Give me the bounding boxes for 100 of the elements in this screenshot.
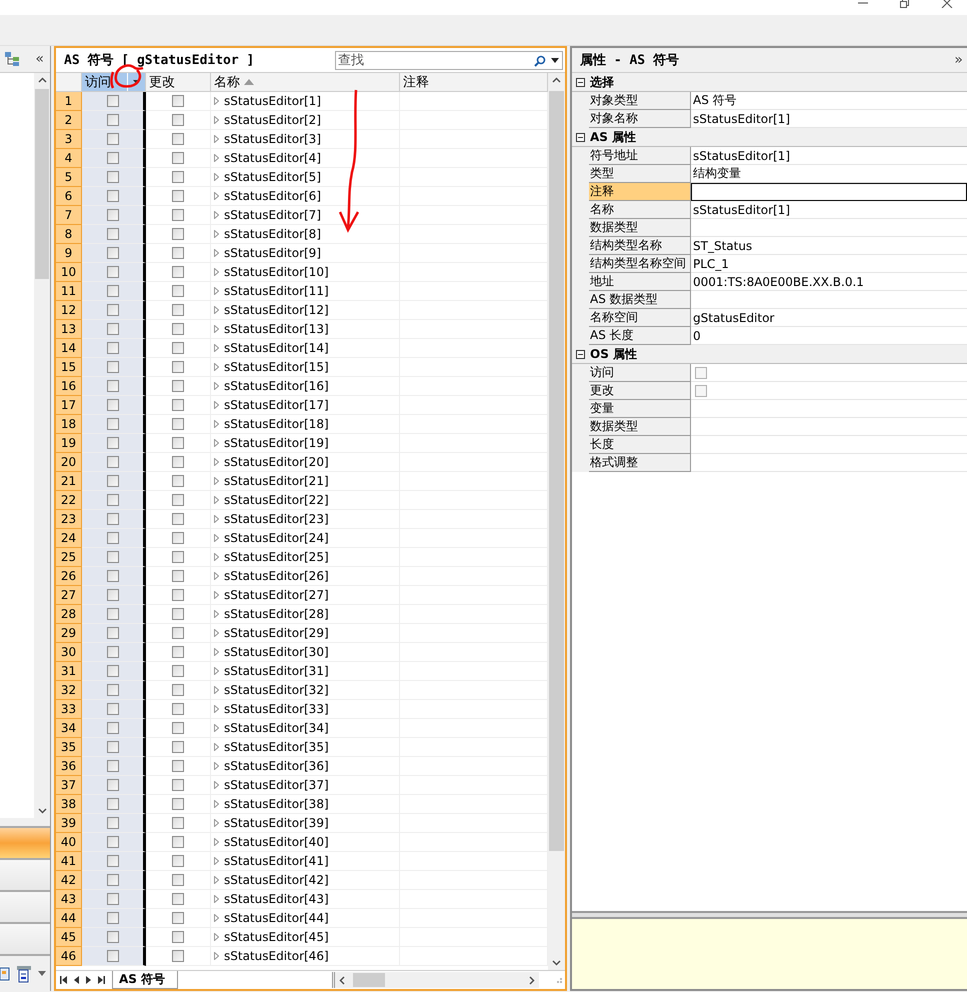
checkbox[interactable] (172, 836, 184, 848)
checkbox[interactable] (106, 266, 118, 278)
expand-icon[interactable] (214, 135, 219, 143)
expand-icon[interactable] (214, 895, 219, 903)
property-label[interactable]: 变量 (589, 400, 691, 418)
checkbox[interactable] (172, 95, 184, 107)
checkbox[interactable] (106, 551, 118, 563)
checkbox[interactable] (106, 247, 118, 259)
checkbox[interactable] (106, 475, 118, 487)
property-label[interactable]: 更改 (589, 382, 691, 400)
property-label[interactable]: 访问 (589, 364, 691, 382)
expand-icon[interactable] (214, 325, 219, 333)
property-label[interactable]: 名称 (589, 201, 691, 219)
checkbox[interactable] (172, 684, 184, 696)
checkbox[interactable] (172, 608, 184, 620)
expand-icon[interactable] (214, 705, 219, 713)
property-label[interactable]: 注释 (589, 183, 691, 201)
checkbox[interactable] (106, 893, 118, 905)
checkbox[interactable] (172, 304, 184, 316)
checkbox[interactable] (106, 836, 118, 848)
sheet-tab[interactable]: AS 符号 (112, 971, 178, 989)
checkbox[interactable] (172, 114, 184, 126)
checkbox[interactable] (106, 874, 118, 886)
property-label[interactable]: AS 数据类型 (589, 291, 691, 309)
expand-icon[interactable] (214, 914, 219, 922)
checkbox[interactable] (695, 384, 707, 396)
checkbox[interactable] (106, 323, 118, 335)
scroll-up-icon[interactable] (552, 77, 561, 83)
scroll-down-icon[interactable] (552, 960, 561, 966)
checkbox[interactable] (106, 760, 118, 772)
checkbox[interactable] (695, 366, 707, 378)
checkbox[interactable] (106, 741, 118, 753)
expand-icon[interactable] (214, 648, 219, 656)
checkbox[interactable] (172, 399, 184, 411)
expand-icon[interactable] (214, 857, 219, 865)
expand-icon[interactable] (214, 572, 219, 580)
checkbox[interactable] (172, 817, 184, 829)
horizontal-scrollbar[interactable] (332, 972, 540, 988)
search-field[interactable]: 查找 (335, 50, 563, 70)
expand-icon[interactable] (214, 876, 219, 884)
expand-icon[interactable] (214, 553, 219, 561)
property-label[interactable]: 长度 (589, 436, 691, 454)
vertical-scrollbar[interactable] (548, 73, 565, 970)
checkbox[interactable] (106, 855, 118, 867)
expand-icon[interactable] (214, 838, 219, 846)
checkbox[interactable] (172, 950, 184, 962)
section-header[interactable]: AS 属性 (572, 128, 967, 147)
checkbox[interactable] (106, 95, 118, 107)
checkbox[interactable] (106, 722, 118, 734)
checkbox[interactable] (172, 209, 184, 221)
checkbox[interactable] (106, 171, 118, 183)
property-label[interactable]: 结构类型名称 (589, 237, 691, 255)
scroll-down-icon[interactable] (38, 808, 46, 814)
checkbox[interactable] (106, 684, 118, 696)
property-label[interactable]: 数据类型 (589, 418, 691, 436)
expand-icon[interactable] (214, 781, 219, 789)
expand-icon[interactable] (214, 496, 219, 504)
first-icon[interactable] (60, 976, 67, 984)
property-label[interactable]: 对象名称 (589, 110, 691, 128)
checkbox[interactable] (172, 494, 184, 506)
property-label[interactable]: 地址 (589, 273, 691, 291)
checkbox[interactable] (106, 532, 118, 544)
property-label[interactable]: 类型 (589, 165, 691, 183)
expand-icon[interactable] (214, 743, 219, 751)
checkbox[interactable] (172, 779, 184, 791)
expand-icon[interactable] (214, 762, 219, 770)
section-header[interactable]: OS 属性 (572, 345, 967, 364)
checkbox[interactable] (172, 380, 184, 392)
scroll-thumb[interactable] (353, 973, 386, 987)
checkbox[interactable] (172, 931, 184, 943)
checkbox[interactable] (172, 627, 184, 639)
checkbox[interactable] (106, 361, 118, 373)
checkbox[interactable] (106, 665, 118, 677)
expand-icon[interactable] (214, 933, 219, 941)
checkbox[interactable] (172, 665, 184, 677)
checkbox[interactable] (172, 437, 184, 449)
checkbox[interactable] (172, 475, 184, 487)
checkbox[interactable] (172, 285, 184, 297)
expand-icon[interactable] (214, 819, 219, 827)
checkbox[interactable] (172, 228, 184, 240)
scroll-thumb[interactable] (35, 89, 49, 279)
checkbox[interactable] (106, 798, 118, 810)
checkbox[interactable] (106, 190, 118, 202)
checkbox[interactable] (106, 912, 118, 924)
checkbox[interactable] (172, 912, 184, 924)
expand-icon[interactable] (214, 363, 219, 371)
chart-icon[interactable] (0, 966, 10, 982)
checkbox[interactable] (172, 532, 184, 544)
checkbox[interactable] (172, 513, 184, 525)
checkbox[interactable] (172, 570, 184, 582)
document-icon[interactable] (16, 964, 32, 982)
scroll-right-icon[interactable] (529, 976, 536, 984)
expand-icon[interactable] (214, 667, 219, 675)
checkbox[interactable] (172, 646, 184, 658)
scroll-up-icon[interactable] (38, 77, 46, 83)
checkbox[interactable] (106, 399, 118, 411)
close-icon[interactable] (941, 0, 953, 8)
search-icon[interactable] (534, 54, 546, 66)
checkbox[interactable] (106, 779, 118, 791)
checkbox[interactable] (106, 437, 118, 449)
